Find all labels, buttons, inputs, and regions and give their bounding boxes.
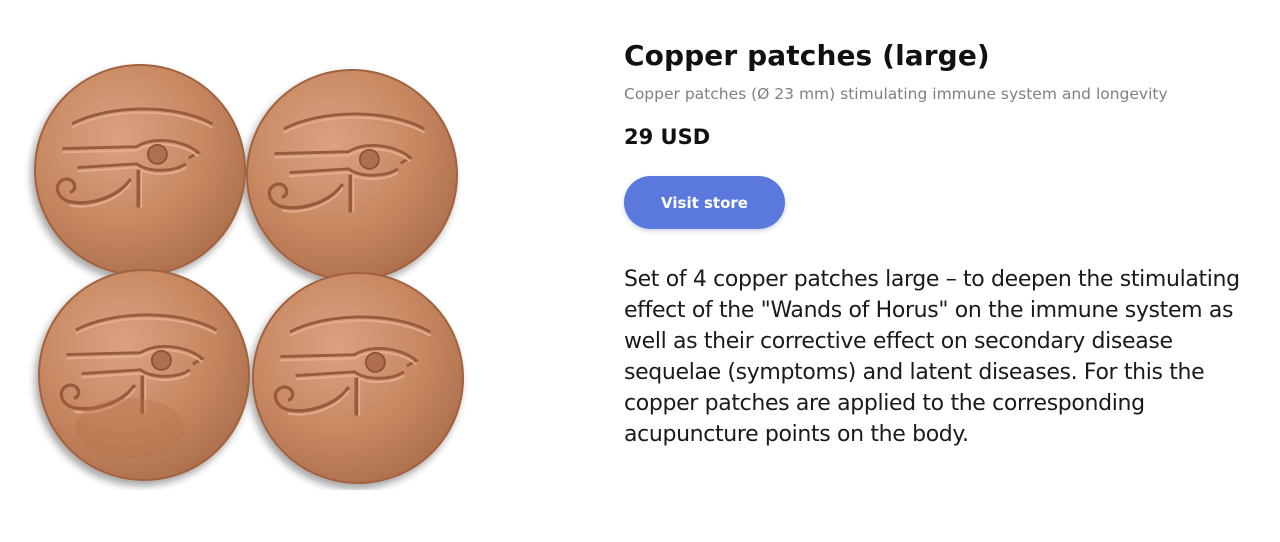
product-description: Set of 4 copper patches large – to deepe… (624, 267, 1240, 447)
copper-patches-photo (34, 64, 464, 484)
copper-patch (38, 269, 250, 481)
product-info: Copper patches (large) Copper patches (Ø… (624, 38, 1264, 450)
product-page: Copper patches (large) Copper patches (Ø… (0, 0, 1280, 542)
product-image (20, 60, 480, 490)
copper-patch (252, 272, 464, 484)
visit-store-button[interactable]: Visit store (624, 176, 785, 229)
copper-patch (246, 69, 458, 281)
product-subtitle: Copper patches (Ø 23 mm) stimulating imm… (624, 85, 1168, 103)
product-price: 29 USD (624, 125, 711, 149)
copper-patch (34, 64, 246, 276)
product-title: Copper patches (large) (624, 39, 990, 72)
